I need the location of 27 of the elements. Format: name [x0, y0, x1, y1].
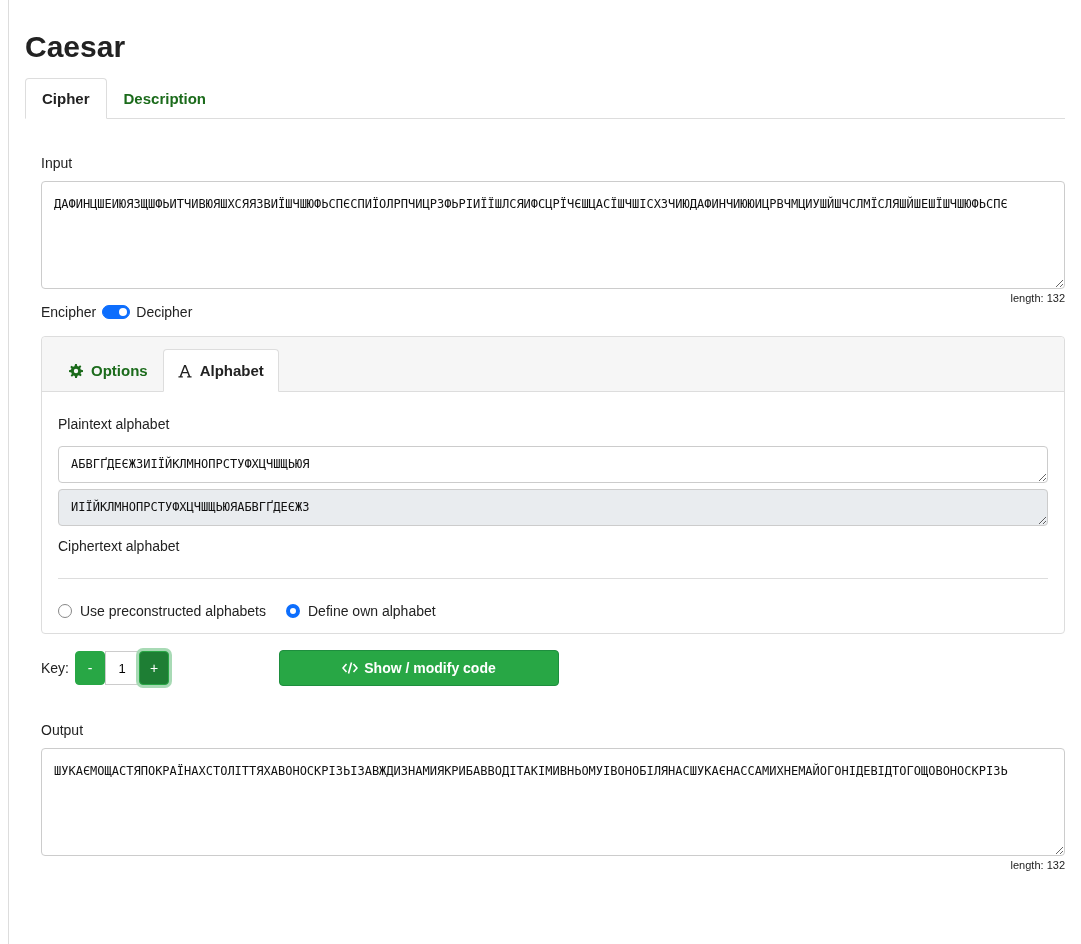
mode-toggle[interactable]	[102, 305, 131, 319]
panel-tab[interactable]: Options	[54, 349, 163, 392]
plaintext-alphabet-field[interactable]: АБВГҐДЕЄЖЗИІЇЙКЛМНОПРСТУФХЦЧШЩЬЮЯ	[58, 446, 1048, 483]
length-counter: length: 132	[1009, 859, 1065, 871]
radio-button[interactable]	[286, 604, 300, 618]
input-field[interactable]: ДАФИНЦШЕИЮЯЗЩШФЬИТЧИВЮЯШХСЯЯЗВИЇШЧШЮФЬСПЄСПИЇОЛРПЧИЦРЗФЬРІИЇЇШЛСЯИФСЦРЇЧЄШЦАСЇШЧШІСХЗЧИЮДАФИНЧИЮЮИЦРВЧМЦИУШЙШЧСЛМЇСЛЯШЙШЕШЇШЧШЮФЬСПЄ	[41, 181, 1065, 289]
alphabet-option[interactable]: Define own alphabet	[286, 603, 436, 619]
input-label: Input	[41, 155, 74, 171]
font-icon	[177, 363, 192, 378]
ciphertext-alphabet-label: Ciphertext alphabet	[58, 538, 181, 554]
plaintext-alphabet-label: Plaintext alphabet	[58, 416, 171, 432]
output-field[interactable]: ШУКАЄМОЩАСТЯПОКРАЇНАХСТОЛІТТЯХАВОНОСКРІЗЬІЗАВЖДИЗНАМИЯКРИБАВВОДІТАКІМИВНЬОМУІВОНОБІЛЯНАСШУКАЄНАССАМИХНЕМАЙОГОНІДЕВІДТОГОЩОВОНОСКРІЗЬ	[41, 748, 1065, 856]
key-field[interactable]: 1	[105, 651, 139, 685]
tab[interactable]: Description	[106, 78, 224, 119]
gear-icon	[69, 363, 83, 378]
panel-tab[interactable]: Alphabet	[162, 349, 279, 392]
alphabet-option[interactable]: Use preconstructed alphabets	[58, 603, 266, 619]
tab[interactable]: Cipher	[25, 78, 107, 119]
encipher-label: Encipher	[41, 304, 97, 320]
output-label: Output	[41, 722, 85, 738]
code-icon	[342, 662, 359, 674]
ciphertext-alphabet-field[interactable]: ИІЇЙКЛМНОПРСТУФХЦЧШЩЬЮЯАБВГҐДЕЄЖЗ	[58, 489, 1048, 526]
page-title: Caesar	[25, 30, 127, 64]
decipher-label: Decipher	[136, 304, 193, 320]
key-label: Key:	[41, 660, 69, 676]
length-counter: length: 132	[1009, 292, 1065, 304]
increment-button[interactable]: +	[139, 651, 169, 685]
